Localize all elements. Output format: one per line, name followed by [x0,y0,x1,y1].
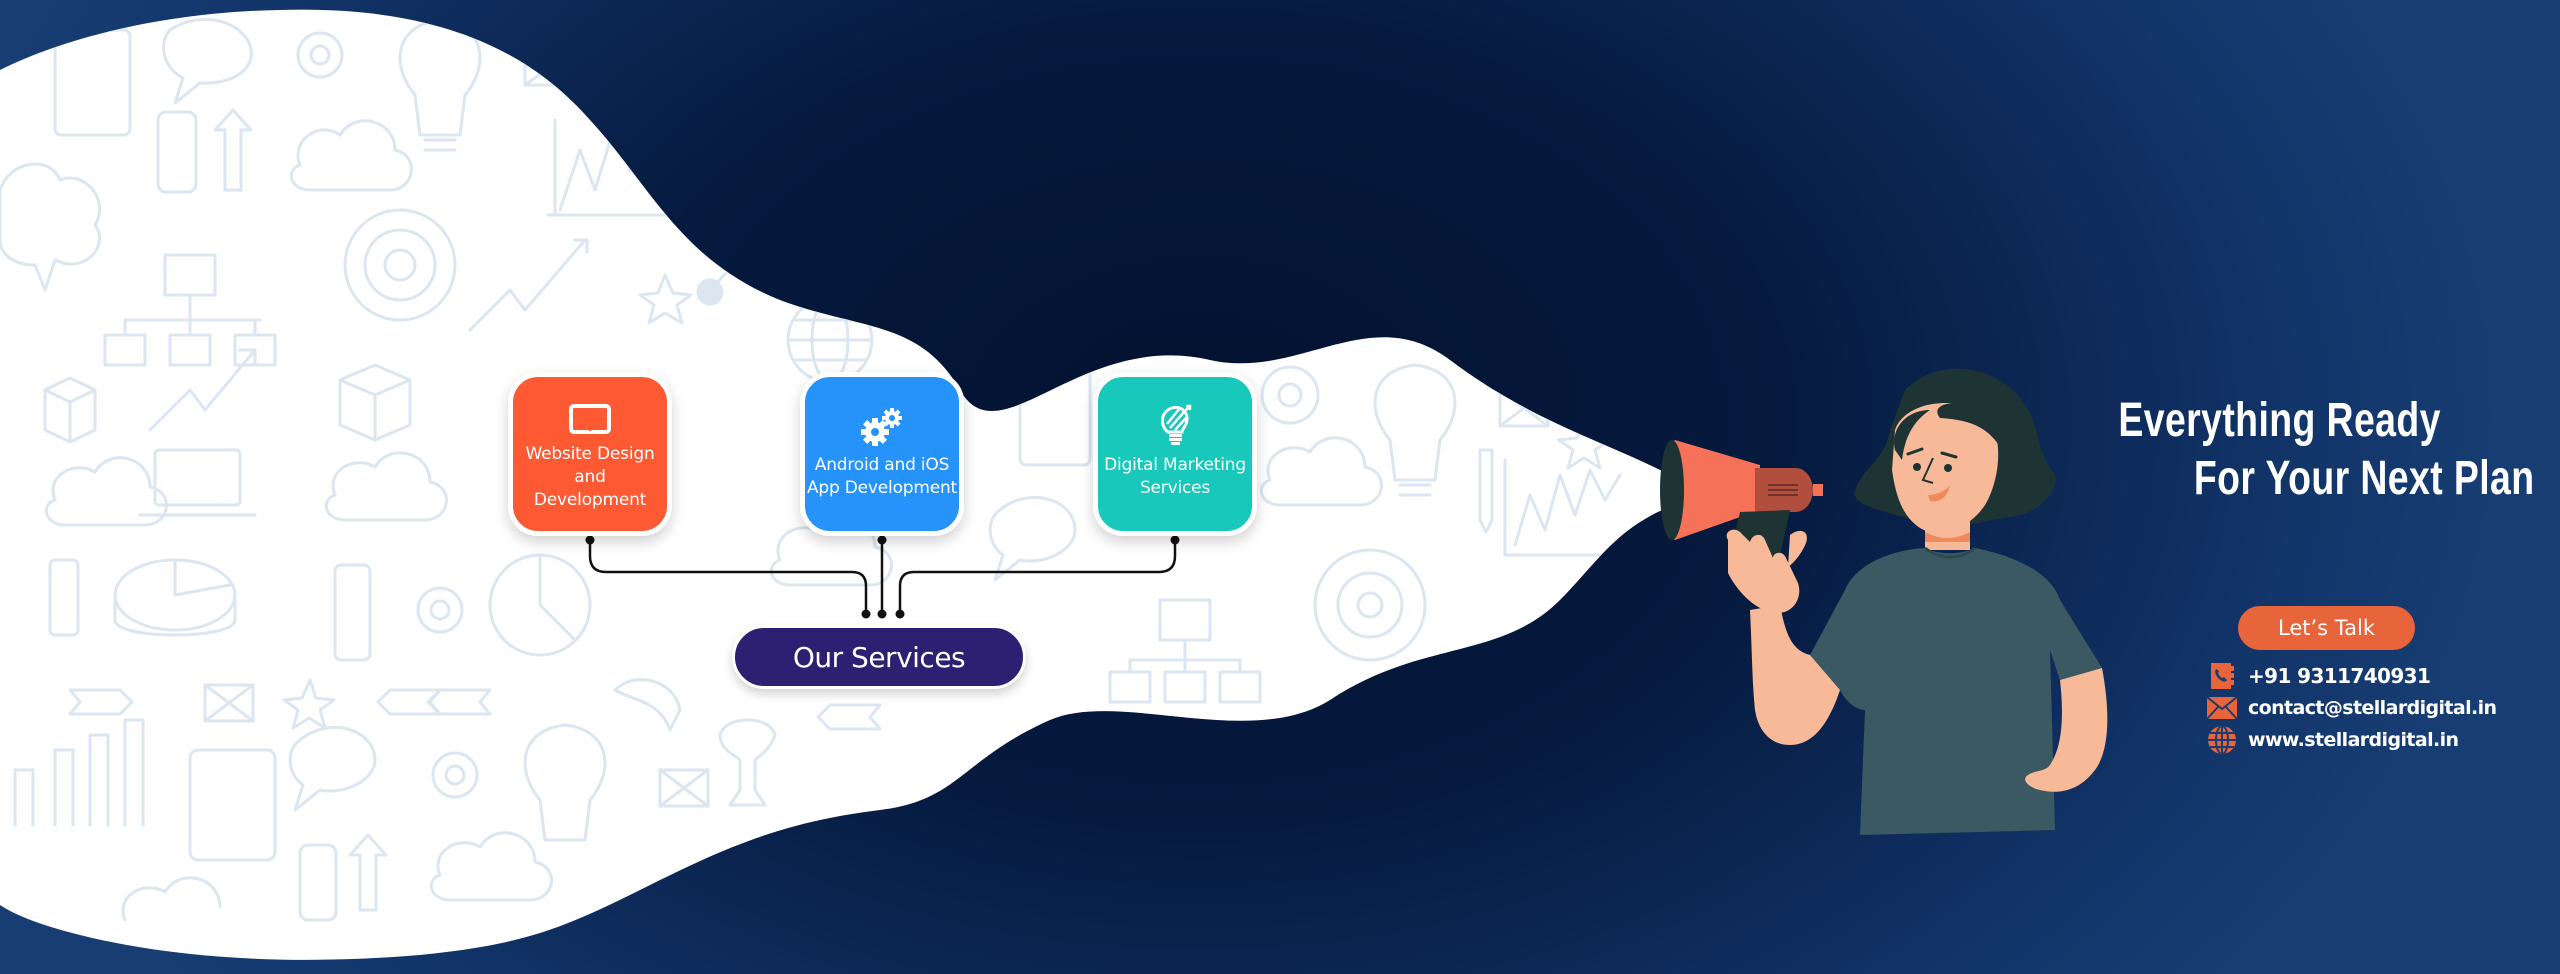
person-megaphone-illustration [1660,368,2108,835]
service-card-digital-marketing[interactable]: Digital Marketing Services [1093,372,1257,536]
lets-talk-button[interactable]: Let’s Talk [2238,606,2415,650]
phone-number: +91 9311740931 [2248,664,2431,688]
service-label-line: Android and iOS [814,455,950,475]
service-card-website[interactable]: Website Design and Development [508,372,672,536]
lightbulb-icon [1158,404,1192,446]
envelope-icon [2206,693,2238,723]
gears-icon [860,408,904,446]
headline-line-2: For Your Next Plan [2193,452,2534,505]
globe-icon [2206,725,2238,755]
connector-web [588,540,868,613]
website-url: www.stellardigital.in [2248,729,2459,751]
connector-dm [898,540,1177,613]
contact-phone[interactable]: +91 9311740931 [2206,660,2497,692]
banner: Website Design and Development Android a… [0,0,2560,974]
service-label-line: Services [1139,478,1211,498]
tablet-icon [568,397,612,435]
shirt [1810,548,2102,835]
contact-website[interactable]: www.stellardigital.in [2206,724,2497,756]
service-label-line: Digital Marketing [1104,455,1246,475]
headline: Everything Ready For Your Next Plan [2118,392,2534,508]
service-card-app-development[interactable]: Android and iOS App Development [800,372,964,536]
service-label-line: and [574,466,606,487]
phone-book-icon [2206,661,2238,691]
headline-line-1: Everything Ready [2117,394,2441,447]
service-label-line: Website Design [525,443,655,464]
service-label-line: App Development [806,478,958,498]
contact-info: +91 9311740931 contact@stellardigital.in… [2206,660,2497,756]
contact-email[interactable]: contact@stellardigital.in [2206,692,2497,724]
service-label-line: Development [533,489,647,510]
email-address: contact@stellardigital.in [2248,697,2497,719]
our-services-button[interactable]: Our Services [732,625,1026,689]
